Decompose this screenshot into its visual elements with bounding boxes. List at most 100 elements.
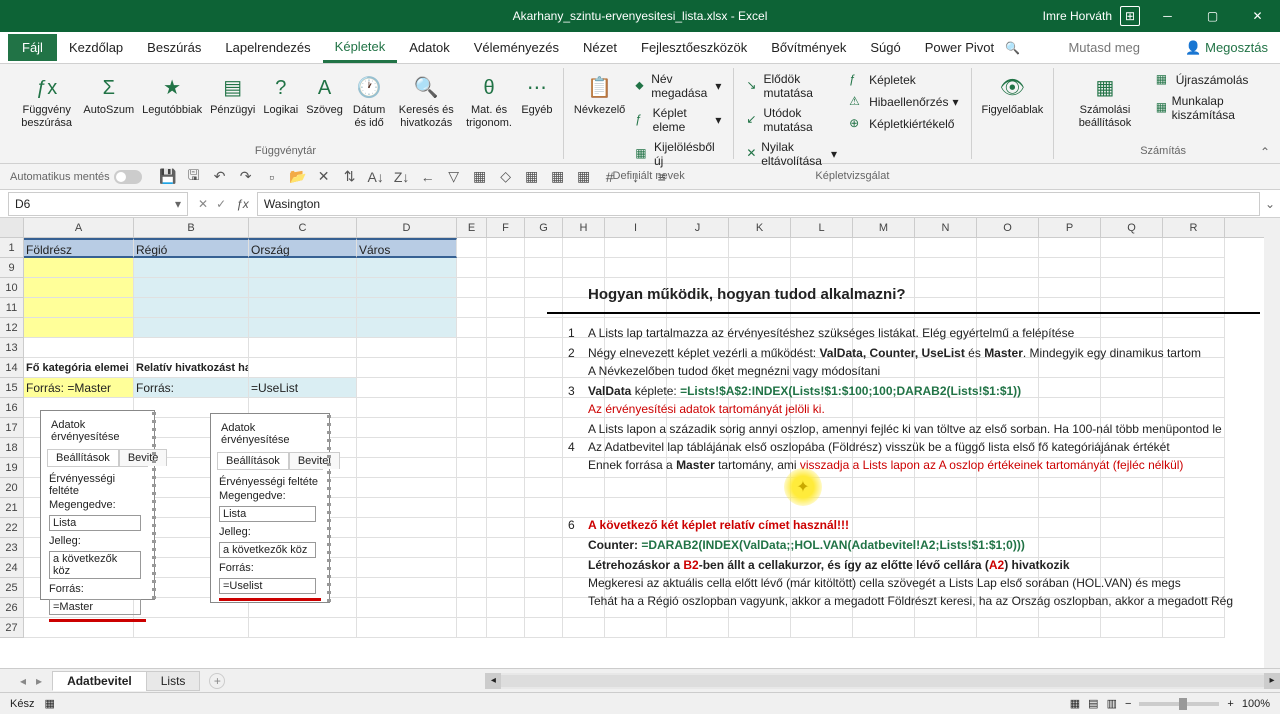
cell-E11[interactable]: [457, 298, 487, 318]
cell-B11[interactable]: [134, 298, 249, 318]
cell-D11[interactable]: [357, 298, 457, 318]
row-header-20[interactable]: 20: [0, 478, 24, 498]
cell-F18[interactable]: [487, 438, 525, 458]
cell-O21[interactable]: [977, 498, 1039, 518]
text-button[interactable]: ASzöveg: [304, 70, 345, 119]
cell-F22[interactable]: [487, 518, 525, 538]
column-header-k[interactable]: K: [729, 218, 791, 237]
cell-R23[interactable]: [1163, 538, 1225, 558]
cell-B9[interactable]: [134, 258, 249, 278]
cell-G13[interactable]: [525, 338, 563, 358]
cell-E1[interactable]: [457, 238, 487, 258]
cell-N11[interactable]: [915, 298, 977, 318]
cell-R20[interactable]: [1163, 478, 1225, 498]
cell-Q27[interactable]: [1101, 618, 1163, 638]
cell-F1[interactable]: [487, 238, 525, 258]
cell-C1[interactable]: Ország: [249, 238, 357, 258]
cell-I1[interactable]: [605, 238, 667, 258]
recent-button[interactable]: ★Legutóbbiak: [140, 70, 204, 119]
watch-window-button[interactable]: 👁Figyelőablak: [980, 70, 1046, 119]
error-checking-button[interactable]: ⚠Hibaellenőrzés▾: [845, 92, 962, 112]
tab-powerpivot[interactable]: Power Pivot: [913, 34, 1006, 61]
table-icon[interactable]: ▦: [470, 167, 490, 187]
save-icon[interactable]: 💾: [158, 167, 178, 187]
column-header-g[interactable]: G: [525, 218, 563, 237]
cell-G20[interactable]: [525, 478, 563, 498]
cell-C14[interactable]: [249, 358, 357, 378]
row-header-17[interactable]: 17: [0, 418, 24, 438]
cell-O16[interactable]: [977, 398, 1039, 418]
cell-A1[interactable]: Földrész: [24, 238, 134, 258]
trace-dependents-button[interactable]: ↙Utódok mutatása: [742, 104, 841, 136]
clear-icon[interactable]: ◇: [496, 167, 516, 187]
cell-F26[interactable]: [487, 598, 525, 618]
sort-desc-icon[interactable]: Z↓: [392, 167, 412, 187]
cell-M20[interactable]: [853, 478, 915, 498]
cell-D25[interactable]: [357, 578, 457, 598]
page-layout-icon[interactable]: ▤: [1088, 697, 1098, 710]
cell-J1[interactable]: [667, 238, 729, 258]
cell-G11[interactable]: [525, 298, 563, 318]
row-header-1[interactable]: 1: [0, 238, 24, 258]
cell-F17[interactable]: [487, 418, 525, 438]
date-button[interactable]: 🕐Dátum és idő: [349, 70, 389, 132]
cell-M9[interactable]: [853, 258, 915, 278]
add-sheet-button[interactable]: +: [209, 673, 225, 689]
cell-P21[interactable]: [1039, 498, 1101, 518]
tab-layout[interactable]: Lapelrendezés: [213, 34, 322, 61]
cell-C10[interactable]: [249, 278, 357, 298]
cell-N16[interactable]: [915, 398, 977, 418]
cell-J9[interactable]: [667, 258, 729, 278]
cell-G21[interactable]: [525, 498, 563, 518]
cell-H27[interactable]: [563, 618, 605, 638]
row-header-19[interactable]: 19: [0, 458, 24, 478]
cell-B14[interactable]: Relatív hivatkozást használó elnevezett …: [134, 358, 249, 378]
cell-A13[interactable]: [24, 338, 134, 358]
cell-O22[interactable]: [977, 518, 1039, 538]
cell-F11[interactable]: [487, 298, 525, 318]
zoom-slider[interactable]: [1139, 702, 1219, 706]
maximize-button[interactable]: ▢: [1190, 0, 1235, 32]
back-icon[interactable]: ←: [418, 167, 438, 187]
cell-D14[interactable]: [357, 358, 457, 378]
cell-R1[interactable]: [1163, 238, 1225, 258]
cell-K1[interactable]: [729, 238, 791, 258]
sort-asc-icon[interactable]: A↓: [366, 167, 386, 187]
cell-P16[interactable]: [1039, 398, 1101, 418]
more-functions-button[interactable]: ⋯Egyéb: [519, 70, 555, 119]
cell-P10[interactable]: [1039, 278, 1101, 298]
cell-E24[interactable]: [457, 558, 487, 578]
row-header-14[interactable]: 14: [0, 358, 24, 378]
chevron-down-icon[interactable]: ▾: [175, 197, 181, 211]
cell-D19[interactable]: [357, 458, 457, 478]
cell-D12[interactable]: [357, 318, 457, 338]
cell-P20[interactable]: [1039, 478, 1101, 498]
trace-precedents-button[interactable]: ↘Elődök mutatása: [742, 70, 841, 102]
cell-H20[interactable]: [563, 478, 605, 498]
cell-R10[interactable]: [1163, 278, 1225, 298]
cell-E25[interactable]: [457, 578, 487, 598]
column-header-i[interactable]: I: [605, 218, 667, 237]
cell-Q9[interactable]: [1101, 258, 1163, 278]
cell-F27[interactable]: [487, 618, 525, 638]
cell-N27[interactable]: [915, 618, 977, 638]
cell-E16[interactable]: [457, 398, 487, 418]
row-header-15[interactable]: 15: [0, 378, 24, 398]
sheet-tab-lists[interactable]: Lists: [146, 671, 201, 691]
cell-D17[interactable]: [357, 418, 457, 438]
row-header-11[interactable]: 11: [0, 298, 24, 318]
cell-R21[interactable]: [1163, 498, 1225, 518]
cell-D23[interactable]: [357, 538, 457, 558]
cell-Q21[interactable]: [1101, 498, 1163, 518]
cell-I9[interactable]: [605, 258, 667, 278]
cell-G10[interactable]: [525, 278, 563, 298]
cell-F21[interactable]: [487, 498, 525, 518]
cell-P9[interactable]: [1039, 258, 1101, 278]
select-all-corner[interactable]: [0, 218, 24, 237]
cell-F13[interactable]: [487, 338, 525, 358]
tab-developer[interactable]: Fejlesztőeszközök: [629, 34, 759, 61]
redo-icon[interactable]: ↷: [236, 167, 256, 187]
row-header-9[interactable]: 9: [0, 258, 24, 278]
cell-E21[interactable]: [457, 498, 487, 518]
column-header-j[interactable]: J: [667, 218, 729, 237]
